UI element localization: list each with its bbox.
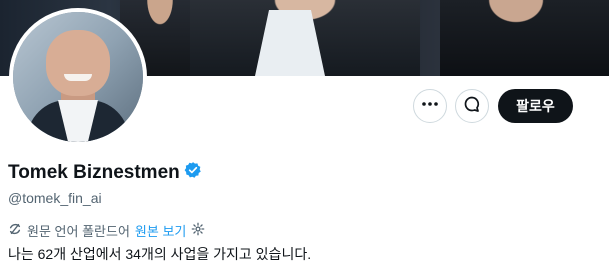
more-button[interactable] (413, 89, 447, 123)
translate-icon (8, 222, 22, 239)
avatar[interactable] (9, 8, 147, 146)
verified-badge-icon[interactable] (184, 161, 202, 185)
translation-source-label: 원문 언어 폴란드어 (27, 224, 130, 239)
more-icon (421, 95, 439, 118)
profile-handle: @tomek_fin_ai (8, 190, 102, 206)
settings-icon[interactable] (191, 222, 205, 239)
translation-row: 원문 언어 폴란드어 원본 보기 (8, 221, 205, 240)
message-icon (463, 95, 481, 118)
profile-name-row: Tomek Biznestmen (8, 161, 202, 185)
profile-bio: 나는 62개 산업에서 34개의 사업을 가지고 있습니다. (8, 246, 312, 262)
display-name: Tomek Biznestmen (8, 162, 180, 183)
message-button[interactable] (455, 89, 489, 123)
follow-button[interactable]: 팔로우 (498, 89, 573, 123)
view-original-link[interactable]: 원본 보기 (135, 221, 186, 240)
